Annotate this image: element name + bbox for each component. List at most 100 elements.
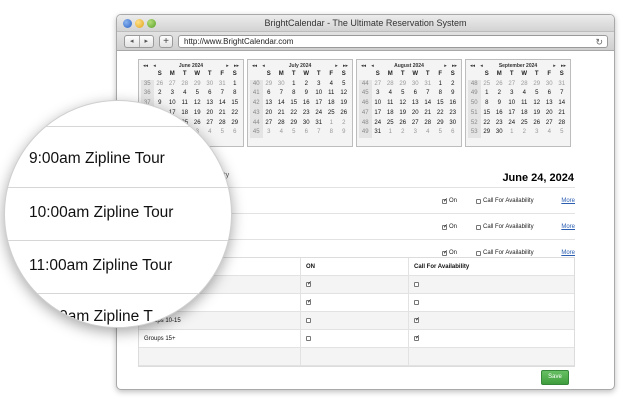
calendar-day[interactable]: 31 xyxy=(422,80,435,90)
calendar-day[interactable]: 16 xyxy=(300,99,313,109)
calendar-day[interactable]: 2 xyxy=(300,80,313,90)
calendar-day[interactable]: 20 xyxy=(204,109,217,119)
prev-year-button[interactable]: ◂◂ xyxy=(468,63,477,69)
calendar-day[interactable]: 13 xyxy=(543,99,556,109)
calendar-day[interactable]: 7 xyxy=(556,89,569,99)
calendar-day[interactable]: 30 xyxy=(300,119,313,129)
add-bookmark-button[interactable]: + xyxy=(159,35,173,48)
next-month-button[interactable]: ▸ xyxy=(441,63,450,69)
calendar-day[interactable]: 6 xyxy=(229,128,242,138)
calendar-day[interactable]: 26 xyxy=(338,109,351,119)
calendar-day[interactable]: 26 xyxy=(493,80,506,90)
url-bar[interactable]: http://www.BrightCalendar.com ↻ xyxy=(178,35,608,48)
calendar-day[interactable]: 3 xyxy=(372,89,385,99)
calendar-day[interactable]: 4 xyxy=(325,80,338,90)
calendar-day[interactable]: 2 xyxy=(154,89,167,99)
calendar-day[interactable]: 3 xyxy=(409,128,422,138)
calendar-day[interactable]: 18 xyxy=(325,99,338,109)
calendar-day[interactable]: 30 xyxy=(204,80,217,90)
calendar-day[interactable]: 17 xyxy=(372,109,385,119)
calendar-day[interactable]: 27 xyxy=(263,119,276,129)
calendar-day[interactable]: 7 xyxy=(422,89,435,99)
calendar-day[interactable]: 8 xyxy=(229,89,242,99)
calendar-day[interactable]: 30 xyxy=(543,80,556,90)
calendar-day[interactable]: 20 xyxy=(543,109,556,119)
calendar-day[interactable]: 24 xyxy=(372,119,385,129)
calendar-day[interactable]: 4 xyxy=(179,89,192,99)
calendar-day[interactable]: 10 xyxy=(372,99,385,109)
calendar-day[interactable]: 1 xyxy=(229,80,242,90)
calendar-day[interactable]: 31 xyxy=(372,128,385,138)
calendar-day[interactable]: 4 xyxy=(384,89,397,99)
calendar-day[interactable]: 3 xyxy=(313,80,326,90)
calendar-day[interactable]: 10 xyxy=(506,99,519,109)
call-for-availability-checkbox[interactable] xyxy=(476,250,481,256)
calendar-day[interactable]: 16 xyxy=(447,99,460,109)
calendar-day[interactable]: 29 xyxy=(288,119,301,129)
calendar-day[interactable]: 19 xyxy=(338,99,351,109)
calendar-day[interactable]: 7 xyxy=(313,128,326,138)
calendar-day[interactable]: 14 xyxy=(422,99,435,109)
on-checkbox[interactable] xyxy=(306,298,312,305)
calendar-day[interactable]: 28 xyxy=(275,119,288,129)
calendar-day[interactable]: 10 xyxy=(313,89,326,99)
calendar-day[interactable]: 1 xyxy=(325,119,338,129)
calendar-day[interactable]: 28 xyxy=(556,119,569,129)
calendar-day[interactable]: 30 xyxy=(409,80,422,90)
calendar-day[interactable]: 11 xyxy=(325,89,338,99)
call-for-availability-checkbox[interactable] xyxy=(414,334,420,341)
next-year-button[interactable]: ▸▸ xyxy=(450,63,459,69)
calendar-day[interactable]: 31 xyxy=(556,80,569,90)
calendar-day[interactable]: 6 xyxy=(543,89,556,99)
prev-month-button[interactable]: ◂ xyxy=(368,63,377,69)
calendar-day[interactable]: 8 xyxy=(434,89,447,99)
calendar-day[interactable]: 25 xyxy=(518,119,531,129)
calendar-day[interactable]: 19 xyxy=(191,109,204,119)
calendar-day[interactable]: 21 xyxy=(422,109,435,119)
calendar-day[interactable]: 12 xyxy=(531,99,544,109)
call-for-availability-checkbox[interactable] xyxy=(414,300,419,305)
calendar-day[interactable]: 29 xyxy=(531,80,544,90)
calendar-day[interactable]: 19 xyxy=(397,109,410,119)
calendar-day[interactable]: 27 xyxy=(166,80,179,90)
next-year-button[interactable]: ▸▸ xyxy=(559,63,568,69)
forward-button[interactable]: ▸ xyxy=(140,36,154,47)
calendar-day[interactable]: 1 xyxy=(506,128,519,138)
calendar-day[interactable]: 5 xyxy=(288,128,301,138)
calendar-day[interactable]: 31 xyxy=(216,80,229,90)
calendar-day[interactable]: 29 xyxy=(434,119,447,129)
on-checkbox[interactable] xyxy=(442,249,448,256)
more-link[interactable]: More xyxy=(561,198,575,204)
calendar-day[interactable]: 4 xyxy=(204,128,217,138)
calendar-day[interactable]: 14 xyxy=(556,99,569,109)
calendar-day[interactable]: 17 xyxy=(506,109,519,119)
calendar-day[interactable]: 29 xyxy=(191,80,204,90)
calendar-day[interactable]: 8 xyxy=(481,99,494,109)
calendar-day[interactable]: 18 xyxy=(518,109,531,119)
calendar-day[interactable]: 27 xyxy=(372,80,385,90)
calendar-day[interactable]: 13 xyxy=(263,99,276,109)
call-for-availability-checkbox[interactable] xyxy=(476,224,481,230)
calendar-day[interactable]: 30 xyxy=(275,80,288,90)
next-month-button[interactable]: ▸ xyxy=(332,63,341,69)
calendar-day[interactable]: 22 xyxy=(229,109,242,119)
calendar-day[interactable]: 6 xyxy=(409,89,422,99)
calendar-day[interactable]: 12 xyxy=(191,99,204,109)
calendar-day[interactable]: 1 xyxy=(288,80,301,90)
calendar-day[interactable]: 5 xyxy=(434,128,447,138)
calendar-day[interactable]: 26 xyxy=(154,80,167,90)
calendar-day[interactable]: 24 xyxy=(506,119,519,129)
calendar-day[interactable]: 6 xyxy=(300,128,313,138)
calendar-day[interactable]: 18 xyxy=(179,109,192,119)
next-month-button[interactable]: ▸ xyxy=(223,63,232,69)
calendar-day[interactable]: 20 xyxy=(409,109,422,119)
calendar-day[interactable]: 29 xyxy=(397,80,410,90)
prev-month-button[interactable]: ◂ xyxy=(150,63,159,69)
calendar-day[interactable]: 27 xyxy=(543,119,556,129)
calendar-day[interactable]: 10 xyxy=(166,99,179,109)
calendar-day[interactable]: 30 xyxy=(447,119,460,129)
calendar-day[interactable]: 17 xyxy=(313,99,326,109)
calendar-day[interactable]: 3 xyxy=(531,128,544,138)
calendar-day[interactable]: 6 xyxy=(263,89,276,99)
prev-year-button[interactable]: ◂◂ xyxy=(359,63,368,69)
